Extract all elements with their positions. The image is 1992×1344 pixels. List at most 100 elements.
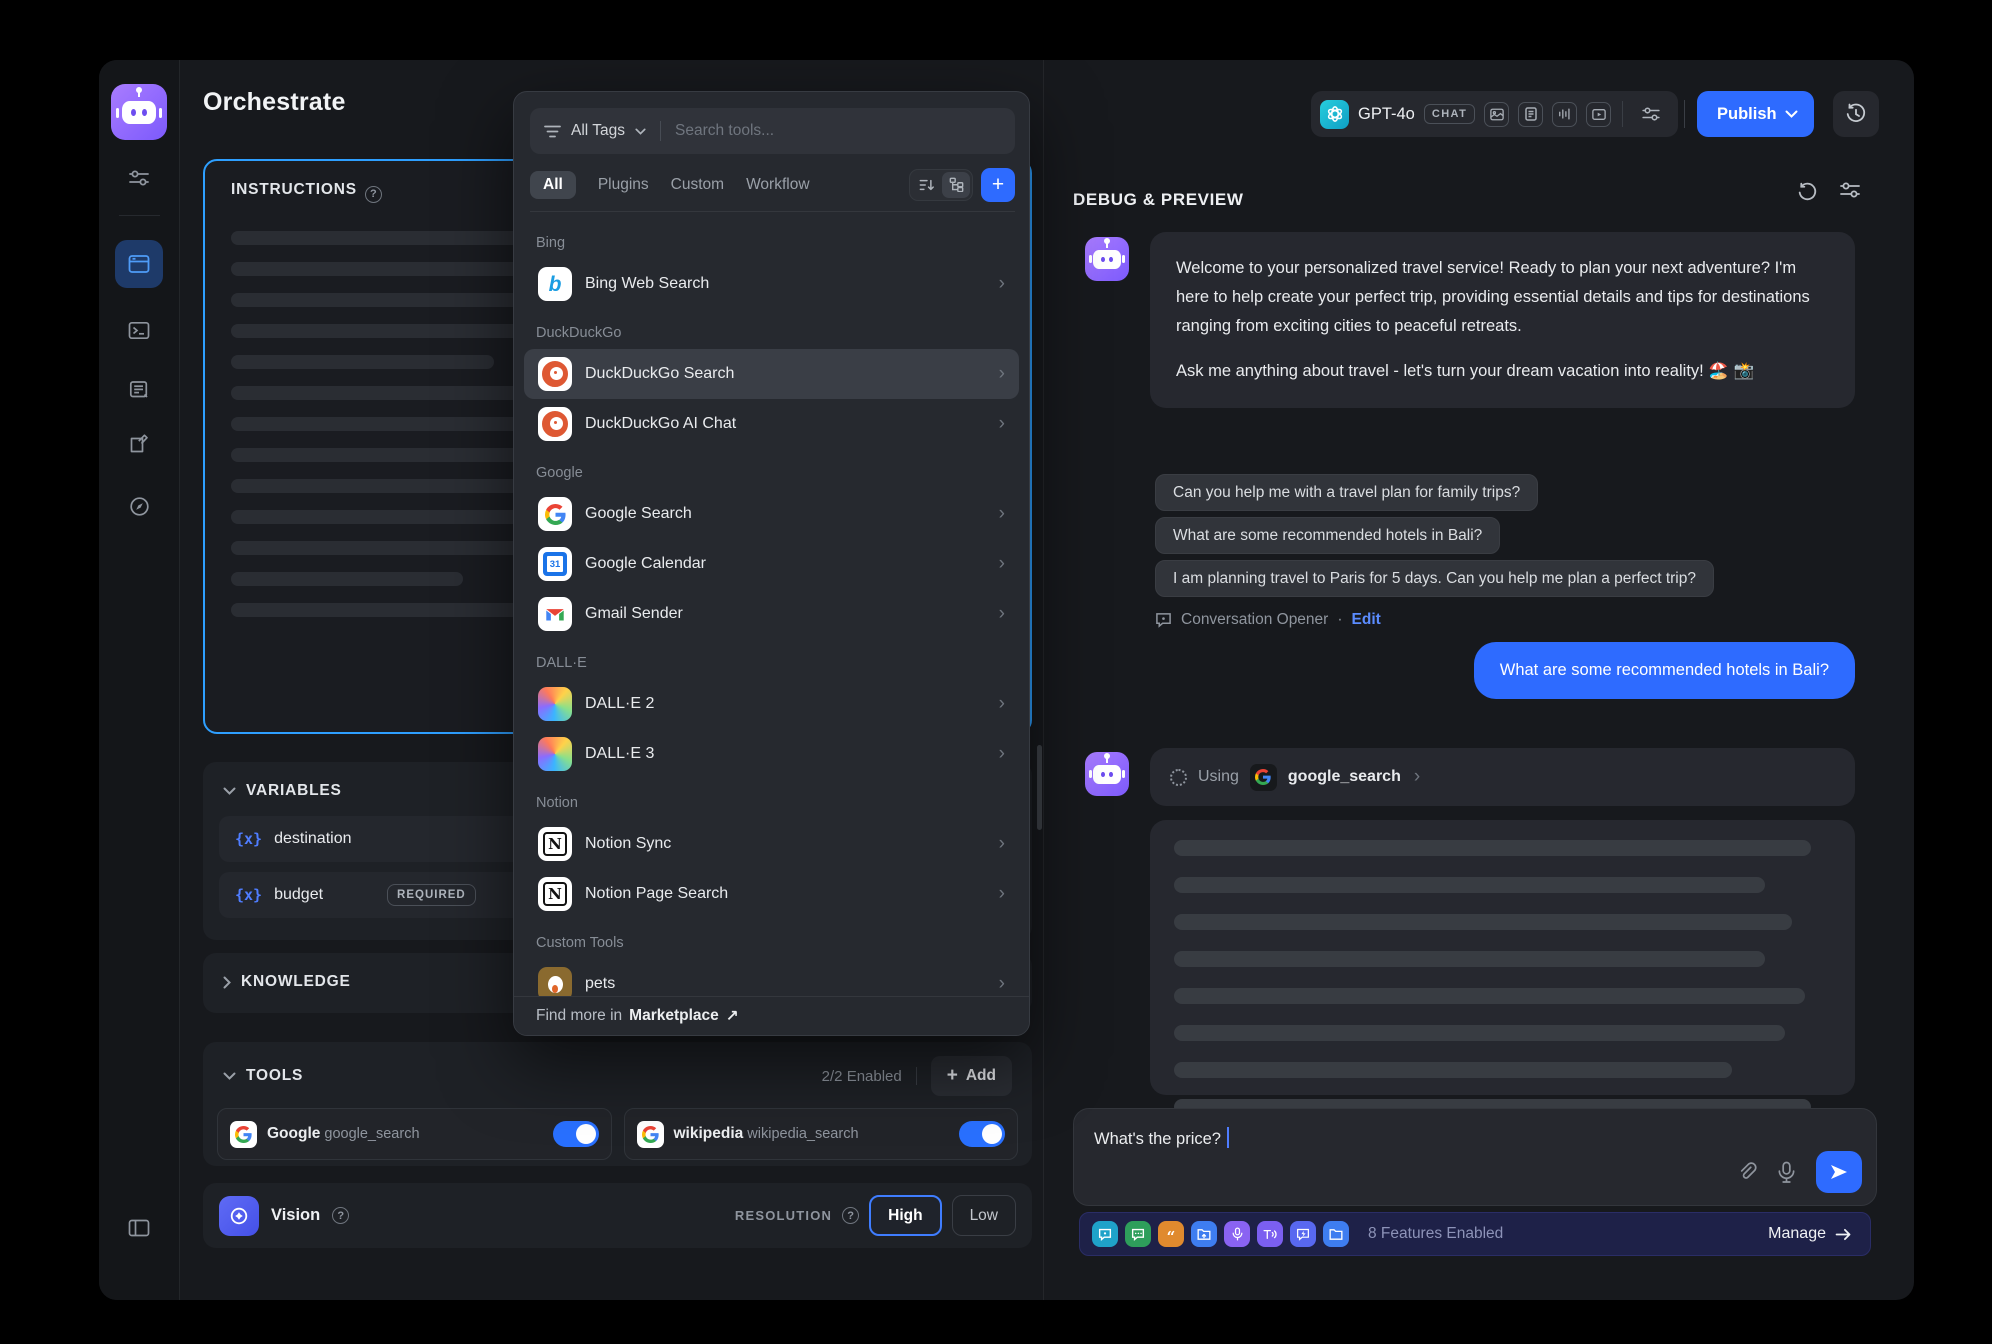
chat-input-value: What's the price?: [1094, 1130, 1221, 1148]
help-icon[interactable]: ?: [332, 1207, 349, 1224]
tool-item-dalle-3[interactable]: DALL·E 3›: [530, 729, 1013, 779]
help-icon[interactable]: ?: [365, 186, 382, 203]
chat-input[interactable]: What's the price?: [1073, 1108, 1877, 1206]
sort-list-icon[interactable]: [912, 172, 940, 198]
publish-button[interactable]: Publish: [1697, 91, 1814, 137]
tool-picker-popup: All Tags All Plugins Custom Workflow +: [513, 91, 1030, 1036]
debug-preview-title: DEBUG & PREVIEW: [1073, 190, 1244, 210]
page-title: Orchestrate: [203, 88, 346, 117]
wikipedia-search-toggle[interactable]: [959, 1121, 1005, 1147]
video-capability-icon: [1586, 102, 1611, 127]
assistant-avatar: [1085, 237, 1129, 281]
tool-item-duckduckgo-search[interactable]: DuckDuckGo Search›: [524, 349, 1019, 399]
tool-item-google-calendar[interactable]: 31 Google Calendar›: [530, 539, 1013, 589]
chevron-right-icon: ›: [999, 273, 1005, 295]
openai-logo-icon: [1320, 100, 1349, 129]
help-icon[interactable]: ?: [842, 1207, 859, 1224]
tool-call-status[interactable]: Using google_search ›: [1150, 748, 1855, 806]
instructions-title: INSTRUCTIONS: [231, 181, 357, 198]
tab-workflow[interactable]: Workflow: [746, 176, 809, 194]
tool-item-notion-sync[interactable]: N Notion Sync›: [530, 819, 1013, 869]
google-icon: [1250, 764, 1277, 791]
restart-icon[interactable]: [1797, 182, 1818, 203]
history-button[interactable]: [1833, 91, 1879, 137]
sidebar-item-explore[interactable]: [117, 484, 161, 528]
dots-bubble-icon[interactable]: [1125, 1221, 1151, 1247]
send-icon: [1830, 1164, 1848, 1180]
vision-icon: [219, 1196, 259, 1236]
folder-icon[interactable]: [1323, 1221, 1349, 1247]
resolution-high-button[interactable]: High: [869, 1195, 941, 1236]
sidebar-item-terminal[interactable]: [117, 308, 161, 352]
model-name: GPT-4o: [1358, 105, 1415, 124]
google-search-toggle[interactable]: [553, 1121, 599, 1147]
settings-sliders-icon[interactable]: [117, 156, 161, 200]
all-tags-filter[interactable]: All Tags: [571, 122, 625, 140]
folder-upload-icon[interactable]: [1191, 1221, 1217, 1247]
tool-card-wikipedia-search[interactable]: wikipediawikipedia_search: [624, 1108, 1019, 1160]
microphone-icon[interactable]: [1777, 1161, 1796, 1184]
suggested-question[interactable]: I am planning travel to Paris for 5 days…: [1155, 560, 1714, 597]
app-logo-robot-icon[interactable]: [111, 84, 167, 140]
duckduckgo-icon: [538, 407, 572, 441]
chevron-down-icon: [1785, 110, 1798, 118]
suggested-question[interactable]: What are some recommended hotels in Bali…: [1155, 517, 1500, 554]
tab-plugins[interactable]: Plugins: [598, 176, 649, 194]
tool-item-notion-page-search[interactable]: N Notion Page Search›: [530, 869, 1013, 919]
marketplace-footer[interactable]: Find more in Marketplace ↗: [514, 996, 1029, 1035]
sidebar-item-apps-active[interactable]: [115, 240, 163, 288]
tab-custom[interactable]: Custom: [671, 176, 724, 194]
chevron-right-icon: ›: [999, 883, 1005, 905]
notion-icon: N: [538, 877, 572, 911]
microphone-icon[interactable]: [1224, 1221, 1250, 1247]
search-tools-input[interactable]: [675, 122, 1001, 140]
tool-item-gmail-sender[interactable]: Gmail Sender›: [530, 589, 1013, 639]
model-selector[interactable]: GPT-4o CHAT: [1311, 91, 1678, 137]
tool-card-google-search[interactable]: Googlegoogle_search: [217, 1108, 612, 1160]
user-message: What are some recommended hotels in Bali…: [1474, 642, 1855, 699]
group-label-custom-tools: Custom Tools: [530, 919, 1013, 959]
model-config-sliders-icon[interactable]: [1634, 97, 1668, 131]
tool-item-dalle-2[interactable]: DALL·E 2›: [530, 679, 1013, 729]
chevron-right-icon: ›: [999, 603, 1005, 625]
tool-item-google-search[interactable]: Google Search›: [530, 489, 1013, 539]
left-icon-rail: [99, 60, 180, 1300]
tool-item-duckduckgo-ai-chat[interactable]: DuckDuckGo AI Chat›: [530, 399, 1013, 449]
text-to-audio-icon[interactable]: [1257, 1221, 1283, 1247]
group-label-notion: Notion: [530, 779, 1013, 819]
image-capability-icon: [1484, 102, 1509, 127]
tool-item-pets[interactable]: pets›: [530, 959, 1013, 998]
assistant-response-loading: [1150, 820, 1855, 1095]
attachment-icon[interactable]: [1736, 1161, 1757, 1183]
manage-features-link[interactable]: Manage: [1768, 1225, 1858, 1243]
sidebar-item-notes[interactable]: [117, 422, 161, 466]
preview-settings-sliders-icon[interactable]: [1840, 182, 1860, 198]
resolution-low-button[interactable]: Low: [952, 1195, 1016, 1236]
edit-opener-link[interactable]: Edit: [1352, 611, 1381, 629]
quote-icon[interactable]: “: [1158, 1221, 1184, 1247]
conversation-opener-row: Conversation Opener · Edit: [1155, 611, 1381, 629]
annotation-bubble-icon[interactable]: [1092, 1221, 1118, 1247]
wikipedia-tool-icon: [637, 1121, 664, 1148]
chevron-right-icon: ›: [999, 743, 1005, 765]
chat-lightning-icon[interactable]: [1290, 1221, 1316, 1247]
send-button[interactable]: [1816, 1151, 1862, 1193]
collapse-sidebar-icon[interactable]: [117, 1206, 161, 1250]
add-tool-button[interactable]: +Add: [931, 1056, 1012, 1096]
external-link-arrow-icon: ↗: [726, 1007, 739, 1026]
group-by-provider-icon[interactable]: [942, 172, 970, 198]
dalle-icon: [538, 687, 572, 721]
features-enabled-count: 8 Features Enabled: [1368, 1225, 1503, 1243]
chat-mode-badge: CHAT: [1424, 104, 1475, 124]
tool-item-bing-web-search[interactable]: b Bing Web Search›: [530, 259, 1013, 309]
audio-capability-icon: [1552, 102, 1577, 127]
duckduckgo-icon: [538, 357, 572, 391]
scrollbar-thumb[interactable]: [1037, 745, 1042, 830]
sidebar-item-logs[interactable]: [117, 368, 161, 412]
assistant-avatar: [1085, 752, 1129, 796]
add-custom-tool-button[interactable]: +: [981, 168, 1015, 202]
suggested-question[interactable]: Can you help me with a travel plan for f…: [1155, 474, 1538, 511]
vision-section: Vision ? RESOLUTION ? High Low: [203, 1183, 1032, 1248]
tab-all[interactable]: All: [530, 171, 576, 199]
chevron-right-icon: ›: [999, 503, 1005, 525]
